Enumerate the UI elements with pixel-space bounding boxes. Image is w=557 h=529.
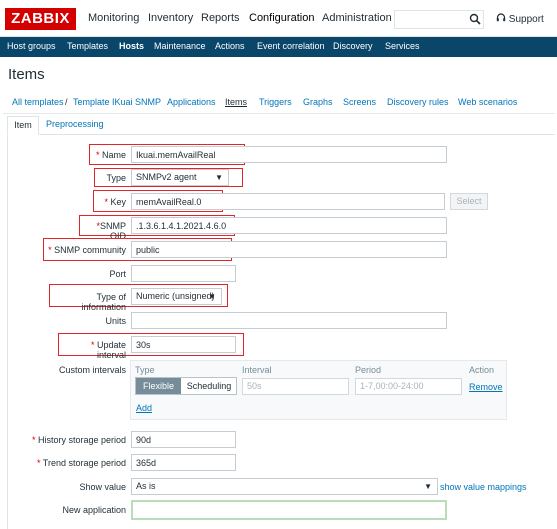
custom-intervals-label: Custom intervals <box>58 365 126 375</box>
custom-interval-input[interactable]: 50s <box>242 378 349 395</box>
history-label: * History storage period <box>31 435 126 445</box>
support-headset-icon <box>496 13 506 22</box>
select-button[interactable]: Select <box>450 193 488 210</box>
chevron-down-icon: ▼ <box>215 173 223 182</box>
type-of-information-value: Numeric (unsigned) <box>136 291 215 301</box>
submenu-maintenance[interactable]: Maintenance <box>154 41 206 51</box>
menu-configuration[interactable]: Configuration <box>249 12 314 24</box>
key-input[interactable] <box>131 193 445 210</box>
community-label: * SNMP community <box>48 245 126 255</box>
update-interval-input[interactable] <box>131 336 236 353</box>
history-input[interactable] <box>131 431 236 448</box>
remove-link[interactable]: Remove <box>469 382 503 392</box>
show-value-label: Show value <box>79 482 126 492</box>
port-label: Port <box>109 269 126 279</box>
col-action-header: Action <box>469 365 495 375</box>
type-label: Type <box>106 173 126 183</box>
new-application-label: New application <box>62 505 126 515</box>
type-value: SNMPv2 agent <box>136 172 197 182</box>
scheduling-button[interactable]: Scheduling <box>182 378 236 394</box>
tab-preprocessing[interactable]: Preprocessing <box>46 119 104 129</box>
breadcrumb-all-templates[interactable]: All templates <box>12 97 64 107</box>
flexible-button[interactable]: Flexible <box>136 378 181 394</box>
col-type-header: Type <box>135 365 155 375</box>
tab-item[interactable]: Item <box>7 116 39 135</box>
page-title: Items <box>8 66 45 83</box>
name-input[interactable] <box>131 146 447 163</box>
menu-monitoring[interactable]: Monitoring <box>88 12 139 24</box>
port-input[interactable] <box>131 265 236 282</box>
breadcrumb-separator: / <box>65 97 68 107</box>
chevron-down-icon: ▼ <box>208 292 216 301</box>
chevron-down-icon: ▼ <box>424 482 432 491</box>
zabbix-logo[interactable]: ZABBIX <box>5 8 76 30</box>
tab-screens[interactable]: Screens <box>343 97 376 107</box>
col-interval-header: Interval <box>242 365 272 375</box>
col-period-header: Period <box>355 365 382 375</box>
trend-label: * Trend storage period <box>36 458 126 468</box>
submenu-templates[interactable]: Templates <box>67 41 108 51</box>
snmp-oid-input[interactable] <box>131 217 447 234</box>
menu-inventory[interactable]: Inventory <box>148 12 193 24</box>
submenu-event-correlation[interactable]: Event correlation <box>257 41 325 51</box>
type-select[interactable]: SNMPv2 agent ▼ <box>131 169 229 186</box>
name-label: * Name <box>95 150 126 160</box>
search-icon[interactable] <box>469 13 481 25</box>
breadcrumb-template[interactable]: Template IKuai SNMP <box>73 97 161 107</box>
show-value-value: As is <box>136 481 156 491</box>
tab-triggers[interactable]: Triggers <box>259 97 292 107</box>
submenu-services[interactable]: Services <box>385 41 420 51</box>
add-interval-link[interactable]: Add <box>136 403 152 413</box>
type-of-information-label: Type of information <box>81 292 126 312</box>
type-of-information-select[interactable]: Numeric (unsigned) ▼ <box>131 288 222 305</box>
tab-web-scenarios[interactable]: Web scenarios <box>458 97 517 107</box>
key-label: * Key <box>104 197 126 207</box>
units-label: Units <box>105 316 126 326</box>
trend-input[interactable] <box>131 454 236 471</box>
submenu-discovery[interactable]: Discovery <box>333 41 373 51</box>
tab-discovery-rules[interactable]: Discovery rules <box>387 97 449 107</box>
menu-administration[interactable]: Administration <box>322 12 392 24</box>
new-application-input[interactable] <box>131 500 447 520</box>
menu-reports[interactable]: Reports <box>201 12 240 24</box>
show-value-select[interactable]: As is ▼ <box>131 478 438 495</box>
support-link[interactable]: Support <box>496 13 544 25</box>
submenu-actions[interactable]: Actions <box>215 41 245 51</box>
units-input[interactable] <box>131 312 447 329</box>
tab-items[interactable]: Items <box>225 97 247 107</box>
tab-applications[interactable]: Applications <box>167 97 216 107</box>
custom-period-input[interactable]: 1-7,00:00-24:00 <box>355 378 462 395</box>
submenu-hosts[interactable]: Hosts <box>119 41 144 51</box>
submenu-host-groups[interactable]: Host groups <box>7 41 56 51</box>
support-label: Support <box>508 14 544 25</box>
show-value-mappings-link[interactable]: show value mappings <box>440 482 527 492</box>
snmp-community-input[interactable] <box>131 241 447 258</box>
tab-graphs[interactable]: Graphs <box>303 97 333 107</box>
update-interval-label: * Update interval <box>90 340 126 360</box>
